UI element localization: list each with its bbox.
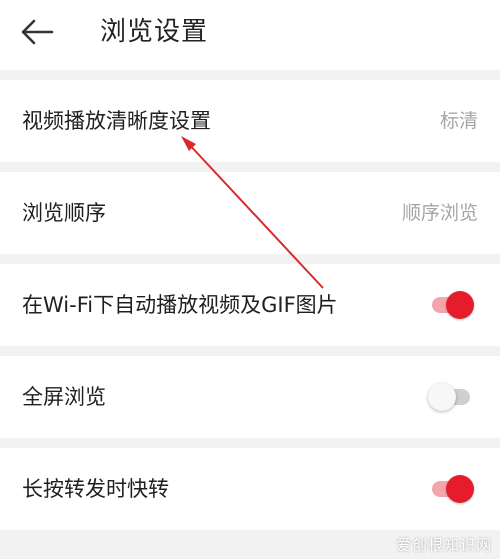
video-quality-setting-row[interactable]: 视频播放清晰度设置 标清 <box>0 80 500 162</box>
arrow-left-icon <box>21 19 54 45</box>
browse-order-value: 顺序浏览 <box>401 202 478 224</box>
back-button[interactable] <box>18 14 58 50</box>
fullscreen-browse-label: 全屏浏览 <box>22 385 106 409</box>
toggle-knob <box>428 383 456 411</box>
fullscreen-browse-setting-row: 全屏浏览 <box>0 356 500 438</box>
wifi-autoplay-toggle[interactable] <box>428 290 474 320</box>
browse-order-setting-row[interactable]: 浏览顺序 顺序浏览 <box>0 172 500 254</box>
header-bar: 浏览设置 <box>0 0 500 70</box>
fullscreen-browse-toggle[interactable] <box>428 382 474 412</box>
wifi-autoplay-label: 在Wi-Fi下自动播放视频及GIF图片 <box>22 293 338 317</box>
toggle-knob <box>446 475 474 503</box>
watermark: 爱创根知识网 <box>395 536 492 554</box>
video-quality-value: 标清 <box>439 110 478 132</box>
page-title: 浏览设置 <box>100 17 209 47</box>
browse-order-label: 浏览顺序 <box>22 201 106 225</box>
video-quality-label: 视频播放清晰度设置 <box>22 109 211 133</box>
long-press-forward-toggle[interactable] <box>428 474 474 504</box>
toggle-knob <box>446 291 474 319</box>
long-press-forward-setting-row: 长按转发时快转 <box>0 448 500 530</box>
wifi-autoplay-setting-row: 在Wi-Fi下自动播放视频及GIF图片 <box>0 264 500 346</box>
long-press-forward-label: 长按转发时快转 <box>22 477 169 501</box>
